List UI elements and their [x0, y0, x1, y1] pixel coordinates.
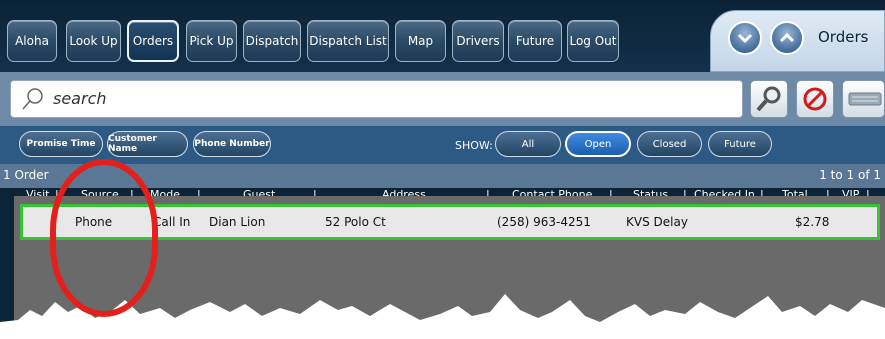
scroll-down-button[interactable] [728, 21, 762, 55]
show-closed-button[interactable]: Closed [637, 131, 702, 157]
nav-dispatch-list-button[interactable]: Dispatch List [307, 20, 389, 62]
nav-map-button[interactable]: Map [395, 20, 446, 62]
cell-status: KVS Delay [626, 215, 688, 229]
show-future-button[interactable]: Future [708, 131, 772, 157]
search-button[interactable] [750, 80, 788, 118]
show-label: SHOW: [455, 139, 493, 152]
order-count: 1 Order [3, 168, 49, 182]
nav-log-out-button[interactable]: Log Out [567, 20, 619, 62]
search-icon [22, 88, 43, 110]
search-placeholder: search [53, 89, 107, 108]
nav-look-up-button[interactable]: Look Up [66, 20, 121, 62]
nav-drivers-button[interactable]: Drivers [452, 20, 504, 62]
show-all-button[interactable]: All [495, 131, 561, 157]
chevron-down-icon [737, 33, 753, 44]
sort-promise-time-button[interactable]: Promise Time [19, 131, 103, 157]
magnifier-icon [756, 86, 781, 112]
cell-address: 52 Polo Ct [325, 215, 386, 229]
clear-search-button[interactable] [796, 80, 834, 118]
nav-orders-button[interactable]: Orders [127, 20, 179, 62]
scroll-up-button[interactable] [770, 21, 804, 55]
app-window: Aloha Look Up Orders Pick Up Dispatch Di… [0, 0, 885, 339]
chevron-up-icon [779, 32, 795, 43]
annotation-circle [50, 159, 158, 317]
nav-future-button[interactable]: Future [508, 20, 562, 62]
keyboard-button[interactable] [842, 80, 885, 118]
sort-phone-number-button[interactable]: Phone Number [193, 131, 271, 157]
keyboard-icon [848, 92, 882, 106]
nav-dispatch-button[interactable]: Dispatch [243, 20, 301, 62]
cancel-icon [803, 87, 827, 111]
sort-customer-name-button[interactable]: Customer Name [107, 131, 188, 157]
cell-total: $2.78 [795, 215, 830, 229]
cell-contact-phone: (258) 963-4251 [497, 215, 591, 229]
cell-guest: Dian Lion [209, 215, 266, 229]
nav-pick-up-button[interactable]: Pick Up [186, 20, 237, 62]
nav-aloha-button[interactable]: Aloha [7, 20, 57, 62]
show-open-button[interactable]: Open [565, 131, 631, 157]
search-input[interactable] [10, 80, 743, 118]
cell-mode: Call In [153, 215, 191, 229]
orders-screen-title: Orders [818, 28, 869, 46]
order-range: 1 to 1 of 1 [819, 168, 881, 182]
